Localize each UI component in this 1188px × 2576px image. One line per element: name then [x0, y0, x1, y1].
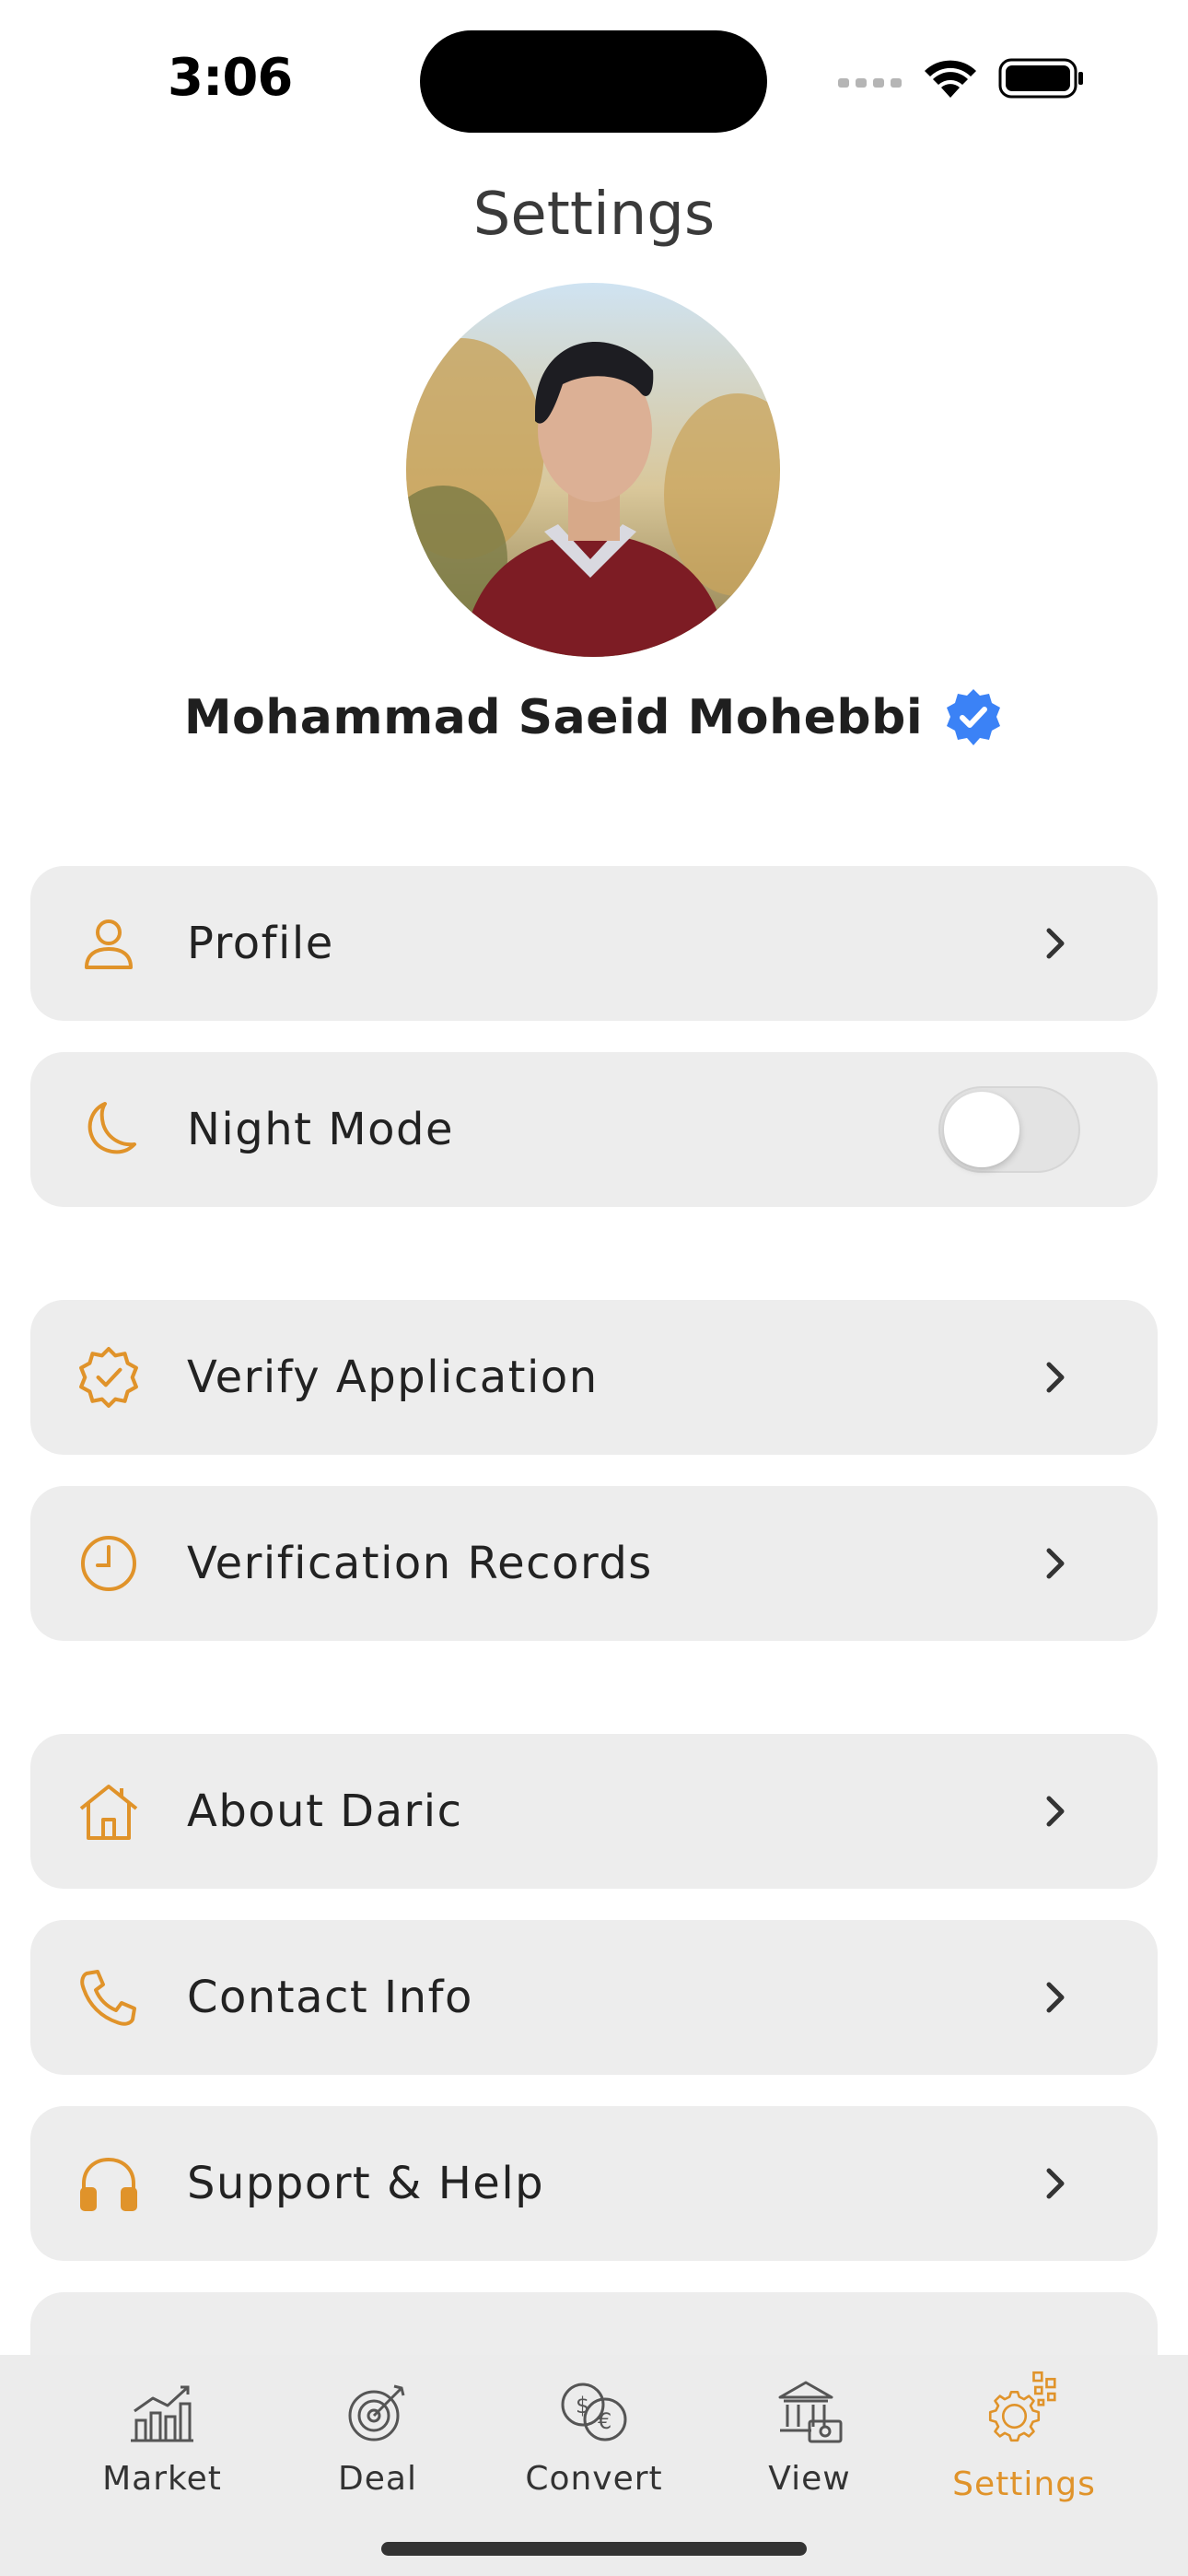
settings-item-label: Contact Info [187, 1972, 473, 2023]
status-bar: 3:06 [0, 0, 1188, 157]
settings-item-label: Verification Records [187, 1538, 653, 1589]
settings-item-label: Verify Application [187, 1352, 599, 1403]
headphones-icon [76, 2151, 141, 2216]
battery-icon [998, 58, 1083, 99]
home-indicator [381, 2542, 807, 2556]
clock-icon [76, 1531, 141, 1596]
settings-item-contact[interactable]: Contact Info [30, 1920, 1158, 2075]
house-icon [76, 1779, 141, 1844]
tab-label: Settings [952, 2465, 1096, 2503]
chevron-right-icon [1038, 925, 1075, 962]
moon-icon [76, 1097, 141, 1162]
chevron-right-icon [1038, 1793, 1075, 1830]
tab-settings[interactable]: Settings [941, 2368, 1107, 2503]
tab-label: View [768, 2460, 851, 2498]
chevron-right-icon [1038, 1979, 1075, 2016]
chevron-right-icon [1038, 2165, 1075, 2202]
settings-item-verify-application[interactable]: Verify Application [30, 1300, 1158, 1455]
chevron-right-icon [1038, 1545, 1075, 1582]
cellular-signal-icon [838, 78, 902, 88]
tab-market[interactable]: Market [79, 2373, 245, 2498]
status-icons [838, 57, 1085, 100]
phone-icon [76, 1965, 141, 2030]
settings-item-night-mode: Night Mode [30, 1052, 1158, 1207]
tab-deal[interactable]: Deal [295, 2373, 460, 2498]
currency-exchange-icon: $ € [555, 2373, 633, 2451]
tab-convert[interactable]: $ € Convert [511, 2373, 677, 2498]
settings-item-about[interactable]: About Daric [30, 1734, 1158, 1889]
svg-text:€: € [598, 2408, 611, 2434]
toggle-knob [944, 1092, 1019, 1167]
page-title: Settings [472, 181, 716, 249]
tab-label: Convert [525, 2460, 663, 2498]
user-name: Mohammad Saeid Mohebbi [183, 690, 924, 745]
user-row: Mohammad Saeid Mohebbi [0, 687, 1188, 748]
wifi-icon [925, 60, 976, 98]
settings-item-label: About Daric [187, 1786, 463, 1837]
svg-text:$: $ [576, 2393, 589, 2418]
tab-view[interactable]: View [727, 2373, 892, 2498]
settings-item-label: Support & Help [187, 2158, 545, 2209]
settings-item-label: Night Mode [187, 1104, 454, 1155]
settings-item-verification-records[interactable]: Verification Records [30, 1486, 1158, 1641]
person-icon [76, 911, 141, 976]
dynamic-island [420, 30, 767, 133]
night-mode-toggle[interactable] [938, 1086, 1080, 1173]
verified-badge-icon [947, 689, 1001, 745]
settings-item-support[interactable]: Support & Help [30, 2106, 1158, 2261]
target-icon [339, 2373, 416, 2451]
gear-icon [985, 2368, 1063, 2445]
bank-icon [771, 2373, 848, 2451]
settings-item-label: Profile [187, 918, 334, 969]
chart-icon [123, 2373, 201, 2451]
status-time: 3:06 [168, 48, 293, 108]
tab-label: Market [102, 2460, 222, 2498]
settings-item-profile[interactable]: Profile [30, 866, 1158, 1021]
chevron-right-icon [1038, 1359, 1075, 1396]
tab-label: Deal [338, 2460, 417, 2498]
verified-badge-icon [76, 1345, 141, 1410]
avatar[interactable] [406, 283, 780, 657]
